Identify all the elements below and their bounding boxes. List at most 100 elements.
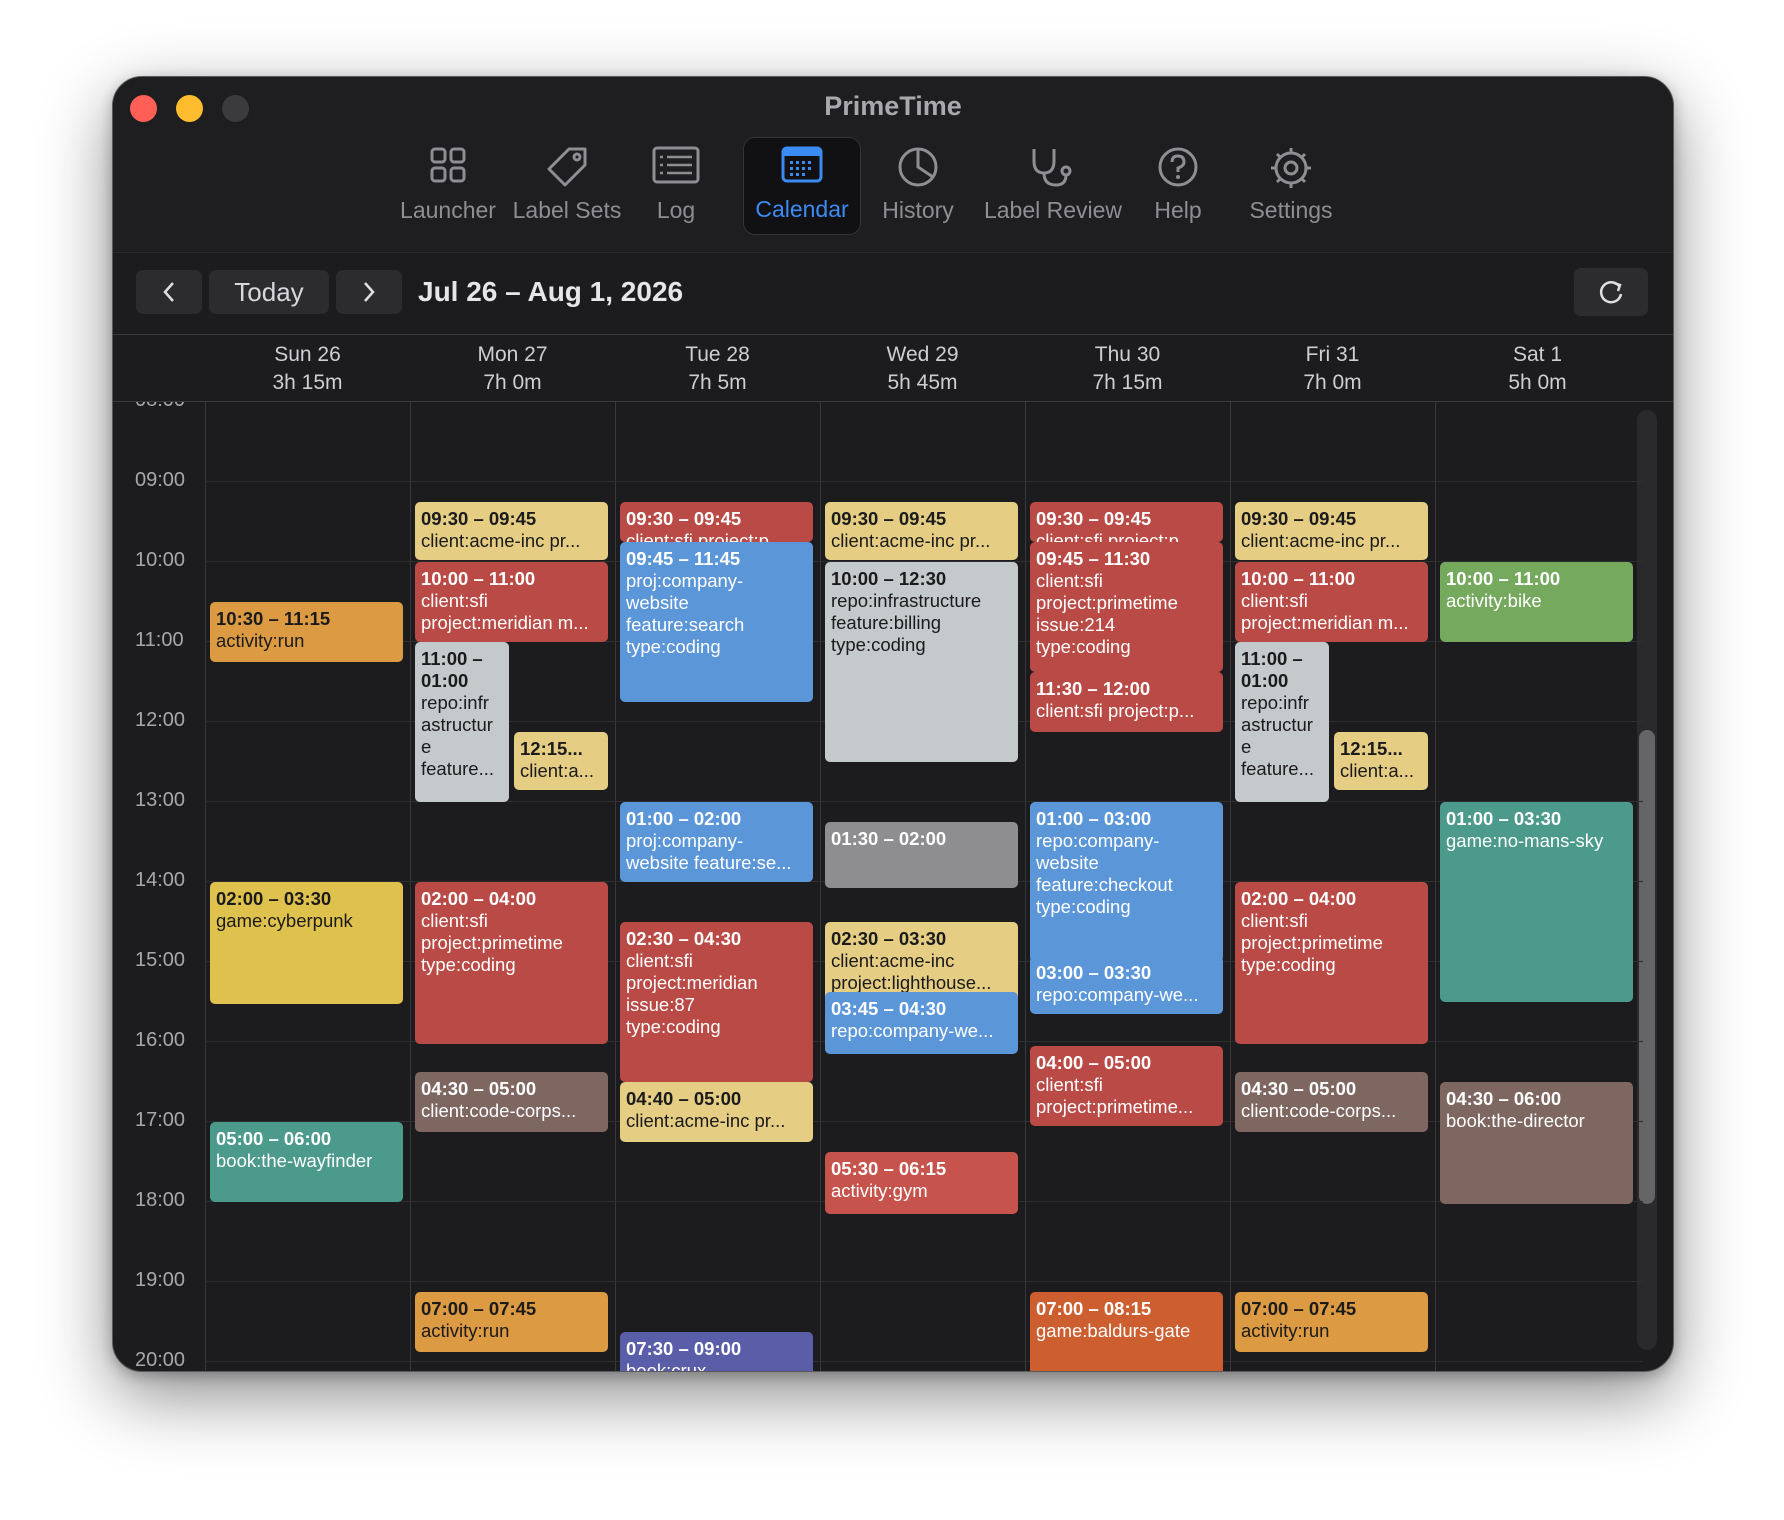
- day-total: 5h 0m: [1508, 371, 1567, 394]
- hour-label: 13:00: [135, 789, 186, 811]
- calendar-event[interactable]: 10:00 – 12:30 repo:infrastructure feature…: [825, 562, 1018, 762]
- event-label: client:sfi project:meridian m...: [421, 590, 589, 633]
- calendar-event[interactable]: 10:30 – 11:15 activity:run: [210, 602, 403, 662]
- hour-label: 10:00: [135, 549, 186, 571]
- event-label: client:sfi project:primetime type:coding: [1241, 910, 1383, 975]
- calendar-event[interactable]: 02:00 – 04:00 client:sfi project:primetim…: [415, 882, 608, 1044]
- toolbar-label: Log: [656, 197, 696, 223]
- calendar-event[interactable]: 03:00 – 03:30 repo:company-we...: [1030, 956, 1223, 1014]
- event-label: client:acme-inc project:lighthouse...: [831, 950, 992, 993]
- event-time: 10:30 – 11:15: [216, 608, 331, 629]
- event-label: activity:run: [1241, 1320, 1330, 1341]
- event-time: 09:30 – 09:45: [1036, 508, 1152, 529]
- event-time: 09:45 – 11:30: [1036, 548, 1151, 569]
- event-time: 04:40 – 05:00: [626, 1088, 742, 1109]
- event-label: client:sfi project:primetime type:coding: [421, 910, 563, 975]
- toolbar-label-sets[interactable]: Label Sets: [505, 139, 629, 235]
- calendar-event[interactable]: 02:30 – 04:30 client:sfi project:meridian…: [620, 922, 813, 1082]
- vertical-scrollbar[interactable]: [1637, 410, 1657, 1350]
- calendar-event[interactable]: 01:00 – 02:00 proj:company- website featu…: [620, 802, 813, 882]
- toolbar-label: History: [882, 197, 954, 223]
- event-time: 02:30 – 03:30: [831, 928, 947, 949]
- list-icon: [652, 146, 700, 184]
- event-label: book:the-director: [1446, 1110, 1585, 1131]
- toolbar-calendar[interactable]: Calendar: [743, 137, 861, 235]
- today-button[interactable]: Today: [209, 270, 329, 314]
- calendar-event[interactable]: 04:40 – 05:00 client:acme-inc pr...: [620, 1082, 813, 1142]
- event-time: 04:30 – 05:00: [421, 1078, 537, 1099]
- calendar-event[interactable]: 07:00 – 08:15 game:baldurs-gate: [1030, 1292, 1223, 1371]
- hour-line: [205, 1281, 1643, 1282]
- calendar-event[interactable]: 10:00 – 11:00 client:sfi project:meridian…: [415, 562, 608, 642]
- toolbar-log[interactable]: Log: [631, 139, 721, 235]
- calendar-event[interactable]: 01:00 – 03:30 game:no-mans-sky: [1440, 802, 1633, 1002]
- toolbar-history[interactable]: History: [863, 139, 973, 235]
- event-label: repo:company-we...: [1036, 984, 1199, 1005]
- toolbar-launcher[interactable]: Launcher: [393, 139, 503, 235]
- day-total: 3h 15m: [272, 371, 343, 394]
- calendar-event[interactable]: 07:30 – 09:00 book:crux: [620, 1332, 813, 1371]
- event-label: client:code-corps...: [1241, 1100, 1397, 1121]
- day-total: 7h 15m: [1092, 371, 1163, 394]
- previous-week-button[interactable]: [136, 270, 202, 314]
- hour-label: 08:00: [135, 402, 197, 412]
- tag-icon: [547, 147, 587, 187]
- calendar-event[interactable]: 04:00 – 05:00 client:sfi project:primetim…: [1030, 1046, 1223, 1126]
- hour-label: 20:00: [135, 1349, 186, 1371]
- hour-label: 09:00: [135, 469, 186, 491]
- next-week-button[interactable]: [336, 270, 402, 314]
- event-time: 11:30 – 12:00: [1036, 678, 1151, 699]
- calendar-event[interactable]: 07:00 – 07:45 activity:run: [1235, 1292, 1428, 1352]
- day-name: Sun 26: [274, 343, 341, 366]
- event-label: proj:company- website feature:search typ…: [626, 570, 745, 657]
- grid-icon: [430, 147, 466, 183]
- event-label: game:no-mans-sky: [1446, 830, 1604, 851]
- calendar-event[interactable]: 09:30 – 09:45 client:acme-inc pr...: [1235, 502, 1428, 560]
- column-divider: [410, 402, 411, 1371]
- day-header: Wed 29 5h 45m: [820, 341, 1025, 397]
- title-bar: PrimeTime Launcher Label Sets Log Calend…: [113, 77, 1673, 253]
- calendar-event[interactable]: 07:00 – 07:45 activity:run: [415, 1292, 608, 1352]
- event-time: 11:00 – 01:00: [1241, 648, 1303, 691]
- hour-label: 16:00: [135, 1029, 186, 1051]
- calendar-event[interactable]: 09:30 – 09:45 client:sfi project:p...: [1030, 502, 1223, 542]
- refresh-button[interactable]: [1574, 268, 1648, 316]
- toolbar-label-review[interactable]: Label Review: [975, 139, 1131, 235]
- event-time: 09:45 – 11:45: [626, 548, 741, 569]
- calendar-event[interactable]: 04:30 – 05:00 client:code-corps...: [1235, 1072, 1428, 1132]
- event-label: repo:company- website feature:checkout t…: [1036, 830, 1173, 917]
- event-label: activity:run: [216, 630, 305, 651]
- calendar-event[interactable]: 01:30 – 02:00: [825, 822, 1018, 888]
- calendar-event[interactable]: 09:30 – 09:45 client:acme-inc pr...: [415, 502, 608, 560]
- calendar-event[interactable]: 09:45 – 11:30 client:sfi project:primetim…: [1030, 542, 1223, 672]
- calendar-event[interactable]: 11:00 – 01:00 repo:infr astructur e featu…: [1235, 642, 1329, 802]
- hour-label: 17:00: [135, 1109, 186, 1131]
- calendar-event[interactable]: 09:30 – 09:45 client:acme-inc pr...: [825, 502, 1018, 560]
- toolbar-settings[interactable]: Settings: [1233, 139, 1349, 235]
- calendar-event[interactable]: 10:00 – 11:00 client:sfi project:meridian…: [1235, 562, 1428, 642]
- calendar-event[interactable]: 09:30 – 09:45 client:sfi project:p...: [620, 502, 813, 542]
- calendar-event[interactable]: 12:15... client:a...: [1334, 732, 1428, 790]
- calendar-event[interactable]: 10:00 – 11:00 activity:bike: [1440, 562, 1633, 642]
- day-header: Thu 30 7h 15m: [1025, 341, 1230, 397]
- toolbar-label: Label Review: [983, 197, 1123, 223]
- calendar-event[interactable]: 11:00 – 01:00 repo:infr astructur e featu…: [415, 642, 509, 802]
- calendar-event[interactable]: 05:00 – 06:00 book:the-wayfinder: [210, 1122, 403, 1202]
- event-time: 01:00 – 02:00: [626, 808, 742, 829]
- app-window: PrimeTime Launcher Label Sets Log Calend…: [112, 76, 1674, 1372]
- toolbar-help[interactable]: Help: [1133, 139, 1223, 235]
- calendar-event[interactable]: 04:30 – 06:00 book:the-director: [1440, 1082, 1633, 1204]
- calendar-event[interactable]: 04:30 – 05:00 client:code-corps...: [415, 1072, 608, 1132]
- toolbar-label: Settings: [1249, 197, 1333, 223]
- calendar-event[interactable]: 05:30 – 06:15 activity:gym: [825, 1152, 1018, 1214]
- calendar-event[interactable]: 12:15... client:a...: [514, 732, 608, 790]
- day-name: Sat 1: [1512, 343, 1563, 366]
- calendar-event[interactable]: 02:00 – 04:00 client:sfi project:primetim…: [1235, 882, 1428, 1044]
- calendar-event[interactable]: 11:30 – 12:00 client:sfi project:p...: [1030, 672, 1223, 732]
- calendar-event[interactable]: 03:45 – 04:30 repo:company-we...: [825, 992, 1018, 1054]
- calendar-event[interactable]: 01:00 – 03:00 repo:company- website featu…: [1030, 802, 1223, 962]
- calendar-event[interactable]: 09:45 – 11:45 proj:company- website featu…: [620, 542, 813, 702]
- calendar-event[interactable]: 02:00 – 03:30 game:cyberpunk: [210, 882, 403, 1004]
- event-time: 01:00 – 03:00: [1036, 808, 1152, 829]
- hour-line: [205, 481, 1643, 482]
